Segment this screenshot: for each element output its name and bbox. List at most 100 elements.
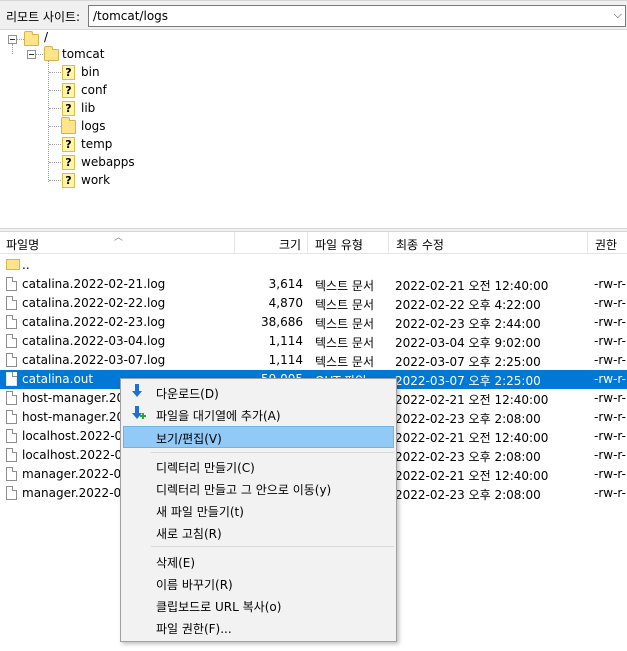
unknown-folder-icon: ? (62, 173, 75, 188)
tree-item-conf[interactable]: conf (81, 83, 107, 97)
file-size: 38,686 (261, 315, 303, 329)
file-modified: 2022-02-21 오전 12:40:00 (395, 279, 549, 293)
table-row[interactable]: catalina.2022-02-22.log 4,870 텍스트 문서 202… (0, 294, 627, 313)
tree-connector (49, 72, 61, 73)
file-size: 1,114 (268, 334, 303, 348)
file-name: .. (22, 258, 30, 272)
collapse-root-icon[interactable] (8, 35, 17, 44)
file-icon (6, 296, 17, 310)
folder-icon (24, 31, 39, 46)
tree-connector (49, 180, 61, 181)
remote-path-value[interactable]: /tomcat/logs (93, 9, 168, 23)
file-size: 3,614 (268, 277, 303, 291)
file-icon (6, 448, 17, 462)
folder-icon (44, 46, 59, 61)
tree-item-logs[interactable]: logs (81, 119, 106, 133)
file-permissions: -rw-r- (594, 334, 626, 348)
menu-item-label: 새로 고침(R) (156, 527, 222, 541)
menu-item-copy-url[interactable]: 클립보드로 URL 복사(o) (123, 594, 394, 616)
tree-item-tomcat[interactable]: tomcat (62, 47, 104, 61)
tree-connector (12, 44, 13, 54)
column-divider[interactable] (307, 232, 308, 254)
menu-item-label: 새 파일 만들기(t) (156, 505, 244, 519)
tree-item-webapps[interactable]: webapps (81, 155, 135, 169)
column-divider[interactable] (587, 232, 588, 254)
column-modified-header[interactable]: 최종 수정 (396, 236, 444, 253)
add-to-queue-icon (132, 406, 146, 419)
tree-item-bin[interactable]: bin (81, 65, 100, 79)
menu-item-delete[interactable]: 삭제(E) (123, 550, 394, 572)
column-size-header[interactable]: 크기 (279, 236, 301, 253)
file-modified: 2022-02-23 오후 2:08:00 (395, 488, 541, 502)
menu-item-create-directory[interactable]: 디렉터리 만들기(C) (123, 455, 394, 477)
file-modified: 2022-02-22 오후 4:22:00 (395, 298, 541, 312)
column-type-header[interactable]: 파일 유형 (315, 236, 363, 253)
remote-site-label: 리모트 사이트: (6, 10, 81, 24)
tree-connector (49, 90, 61, 91)
file-name: manager.2022-02 (22, 486, 129, 500)
menu-item-label: 파일을 대기열에 추가(A) (156, 409, 281, 423)
file-modified: 2022-03-04 오후 9:02:00 (395, 336, 541, 350)
collapse-tomcat-icon[interactable] (27, 50, 36, 59)
file-permissions: -rw-r- (594, 277, 626, 291)
menu-item-label: 삭제(E) (156, 556, 196, 570)
context-menu: 다운로드(D) 파일을 대기열에 추가(A) 보기/편집(V) 디렉터리 만들기… (120, 378, 397, 642)
file-list-header: ︿ 파일명 크기 파일 유형 최종 수정 권한 (0, 232, 627, 254)
menu-item-label: 이름 바꾸기(R) (156, 578, 233, 592)
remote-path-input[interactable]: /tomcat/logs ⌵ (88, 5, 626, 27)
table-row[interactable]: catalina.2022-03-07.log 1,114 텍스트 문서 202… (0, 351, 627, 370)
menu-item-rename[interactable]: 이름 바꾸기(R) (123, 572, 394, 594)
file-name: catalina.2022-02-21.log (22, 277, 166, 291)
parent-folder-icon (6, 259, 20, 270)
tree-item-lib[interactable]: lib (81, 101, 95, 115)
file-modified: 2022-02-23 오후 2:08:00 (395, 412, 541, 426)
unknown-folder-icon: ? (62, 83, 75, 98)
tree-connector (49, 162, 61, 163)
menu-item-file-permissions[interactable]: 파일 권한(F)... (123, 616, 394, 638)
menu-item-add-to-queue[interactable]: 파일을 대기열에 추가(A) (123, 403, 394, 425)
file-modified: 2022-02-21 오전 12:40:00 (395, 469, 549, 483)
table-row[interactable]: catalina.2022-02-23.log 38,686 텍스트 문서 20… (0, 313, 627, 332)
file-name: host-manager.202 (22, 410, 132, 424)
tree-item-work[interactable]: work (81, 173, 110, 187)
file-name: localhost.2022-02 (22, 448, 130, 462)
file-permissions: -rw-r- (594, 410, 626, 424)
menu-separator (151, 546, 394, 547)
file-size: 1,114 (268, 353, 303, 367)
menu-item-create-file[interactable]: 새 파일 만들기(t) (123, 499, 394, 521)
tree-item-root[interactable]: / (44, 30, 48, 44)
chevron-down-icon[interactable]: ⌵ (614, 8, 622, 22)
table-row-parent[interactable]: .. (0, 256, 627, 275)
remote-site-bar: 리모트 사이트: /tomcat/logs ⌵ (0, 0, 627, 30)
menu-item-refresh[interactable]: 새로 고침(R) (123, 521, 394, 543)
file-permissions: -rw-r- (594, 448, 626, 462)
tree-connector (17, 39, 24, 40)
download-arrow-icon (132, 384, 142, 397)
tree-connector (48, 60, 49, 182)
column-permissions-header[interactable]: 권한 (595, 236, 617, 253)
column-divider[interactable] (234, 232, 235, 254)
file-name: catalina.2022-03-04.log (22, 334, 166, 348)
table-row[interactable]: catalina.2022-02-21.log 3,614 텍스트 문서 202… (0, 275, 627, 294)
file-permissions: -rw-r- (594, 372, 626, 386)
file-icon (6, 277, 17, 291)
file-modified: 2022-02-23 오후 2:44:00 (395, 317, 541, 331)
menu-item-download[interactable]: 다운로드(D) (123, 381, 394, 403)
tree-item-temp[interactable]: temp (81, 137, 112, 151)
file-name: host-manager.202 (22, 391, 132, 405)
file-icon (6, 467, 17, 481)
menu-separator (151, 452, 394, 453)
menu-item-label: 클립보드로 URL 복사(o) (156, 600, 282, 614)
folder-icon (61, 117, 76, 134)
table-row[interactable]: catalina.2022-03-04.log 1,114 텍스트 문서 202… (0, 332, 627, 351)
file-icon (6, 391, 17, 405)
tree-connector (49, 126, 61, 127)
menu-item-create-and-enter-directory[interactable]: 디렉터리 만들고 그 안으로 이동(y) (123, 477, 394, 499)
column-name-header[interactable]: 파일명 (6, 236, 39, 253)
menu-item-view-edit[interactable]: 보기/편집(V) (123, 426, 394, 448)
file-permissions: -rw-r- (594, 486, 626, 500)
file-name: catalina.2022-03-07.log (22, 353, 166, 367)
file-type: 텍스트 문서 (315, 279, 375, 293)
file-permissions: -rw-r- (594, 315, 626, 329)
column-divider[interactable] (388, 232, 389, 254)
